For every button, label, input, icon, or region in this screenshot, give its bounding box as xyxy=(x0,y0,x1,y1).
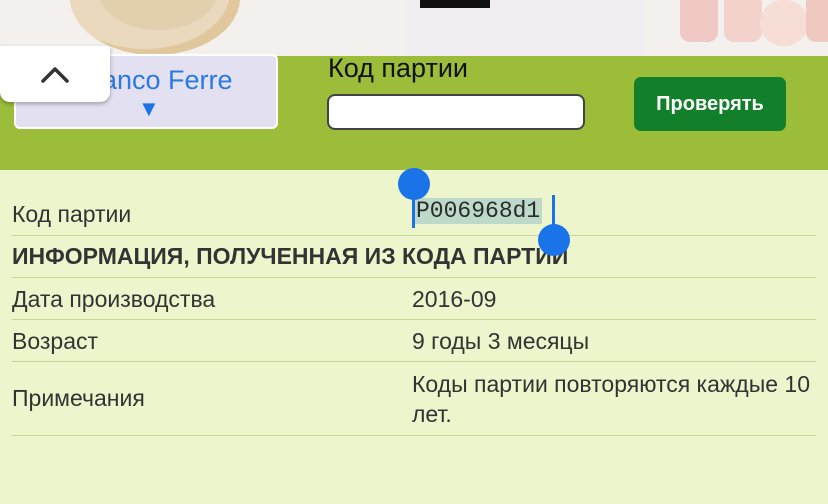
selection-start-handle[interactable] xyxy=(398,168,430,200)
brand-select-value: anco Ferre xyxy=(102,65,233,95)
ad-banner[interactable] xyxy=(0,0,828,56)
check-button[interactable]: Проверять xyxy=(634,77,786,131)
banner-fine-print xyxy=(425,28,635,34)
age-label: Возраст xyxy=(12,328,99,354)
notes-label: Примечания xyxy=(12,385,145,411)
age-value: 9 годы 3 месяцы xyxy=(412,328,590,354)
chevron-up-icon xyxy=(41,67,69,83)
banner-product-jar xyxy=(760,0,808,46)
result-section-heading: ИНФОРМАЦИЯ, ПОЛУЧЕННАЯ ИЗ КОДА ПАРТИИ xyxy=(12,243,569,269)
banner-dark-label xyxy=(420,0,490,8)
result-row-production-date: Дата производства 2016-09 xyxy=(12,277,816,320)
selection-end-handle[interactable] xyxy=(538,224,570,256)
notes-value: Коды партии повторяются каждые 10 лет. xyxy=(412,371,811,427)
result-code-value[interactable]: P006968d1 xyxy=(414,198,543,224)
banner-product-bottle xyxy=(680,0,718,42)
collapse-toolbar-button[interactable] xyxy=(0,46,110,102)
result-section-heading-row: ИНФОРМАЦИЯ, ПОЛУЧЕННАЯ ИЗ КОДА ПАРТИИ xyxy=(12,235,816,278)
batch-code-field-label: Код партии xyxy=(328,53,468,83)
banner-product-bottle xyxy=(806,0,828,42)
result-code-label: Код партии xyxy=(12,201,132,227)
batch-code-input[interactable] xyxy=(327,94,585,130)
dropdown-caret-icon: ▼ xyxy=(138,96,160,121)
production-date-value: 2016-09 xyxy=(412,286,497,312)
result-row-age: Возраст 9 годы 3 месяцы xyxy=(12,319,816,362)
production-date-label: Дата производства xyxy=(12,286,216,312)
result-row-notes: Примечания Коды партии повторяются кажды… xyxy=(12,361,816,436)
banner-product-bottle xyxy=(724,0,762,42)
